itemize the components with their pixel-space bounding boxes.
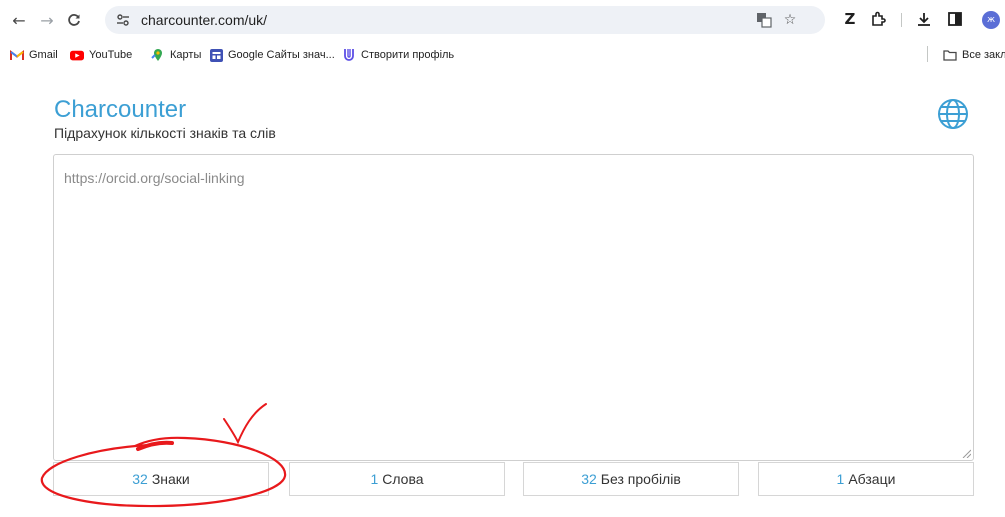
address-bar[interactable]: charcounter.com/uk/ ☆ [105, 6, 825, 34]
stat-words[interactable]: 1 Слова [289, 462, 505, 496]
back-icon[interactable]: ← [8, 9, 30, 31]
stat-characters-value: 32 [132, 471, 148, 487]
stat-paragraphs-value: 1 [836, 471, 845, 487]
bookmark-gmail[interactable]: Gmail [10, 47, 58, 63]
site-title[interactable]: Charcounter [54, 96, 186, 124]
profile-icon [342, 48, 356, 62]
url-text[interactable]: charcounter.com/uk/ [141, 12, 267, 28]
translate-icon[interactable] [755, 12, 773, 28]
bookmark-star-icon[interactable]: ☆ [781, 12, 799, 28]
text-input[interactable] [64, 170, 963, 445]
google-sites-icon [209, 48, 223, 62]
bookmark-create-profile[interactable]: Створити профіль [342, 47, 454, 63]
browser-toolbar: ← → charcounter.com/uk/ ☆ Z ж [0, 0, 1005, 40]
zotero-extension-icon[interactable]: Z [840, 9, 860, 29]
folder-icon [943, 48, 957, 62]
resize-handle-icon[interactable] [961, 448, 971, 458]
maps-icon [151, 48, 165, 62]
bookmark-google-sites[interactable]: Google Сайты знач... [209, 47, 335, 63]
site-info-icon[interactable] [115, 12, 131, 28]
youtube-icon [70, 48, 84, 62]
extensions-icon[interactable] [868, 9, 888, 29]
globe-language-icon[interactable] [937, 98, 969, 130]
side-panel-icon[interactable] [945, 9, 965, 29]
site-subtitle: Підрахунок кількості знаків та слів [54, 125, 276, 141]
stat-no-spaces[interactable]: 32 Без пробілів [523, 462, 739, 496]
stat-characters[interactable]: 32 Знаки [53, 462, 269, 496]
bookmark-youtube[interactable]: YouTube [70, 47, 132, 63]
downloads-icon[interactable] [914, 9, 934, 29]
text-input-area[interactable] [53, 154, 974, 461]
profile-avatar-icon[interactable]: ж [982, 11, 1000, 29]
gmail-icon [10, 48, 24, 62]
bookmark-maps[interactable]: Карты [151, 47, 201, 63]
bookmark-all-bookmarks[interactable]: Все закл [943, 47, 1005, 63]
bookmarks-separator [927, 46, 928, 62]
stat-no-spaces-label: Без пробілів [600, 471, 681, 487]
stat-no-spaces-value: 32 [581, 471, 597, 487]
toolbar-separator [901, 13, 902, 27]
stat-words-value: 1 [370, 471, 379, 487]
forward-icon[interactable]: → [36, 9, 58, 31]
stat-paragraphs-label: Абзаци [848, 471, 896, 487]
stat-words-label: Слова [382, 471, 424, 487]
stat-paragraphs[interactable]: 1 Абзаци [758, 462, 974, 496]
reload-icon[interactable] [63, 9, 85, 31]
bookmarks-bar: Gmail YouTube Карты Google Сайты знач...… [0, 40, 1005, 70]
stat-characters-label: Знаки [151, 471, 190, 487]
